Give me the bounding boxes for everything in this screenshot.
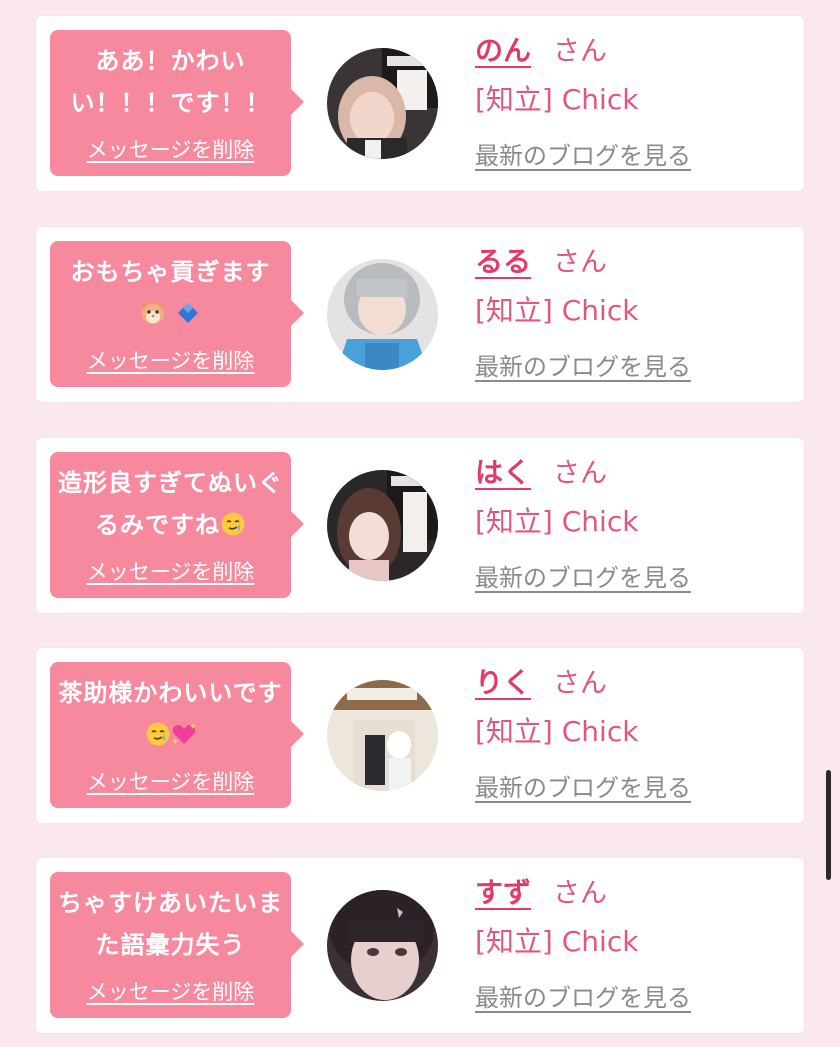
message-text: ちゃすけあいたいまた語彙力失う [56,882,285,966]
message-bubble: ちゃすけあいたいまた語彙力失う メッセージを削除 [50,872,304,1018]
latest-blog-link[interactable]: 最新のブログを見る [475,768,691,803]
name-row: のん さん [475,30,795,72]
delete-message-link[interactable]: メッセージを削除 [50,556,291,586]
message-text: おもちゃ貢ぎます [56,251,285,335]
latest-blog-link[interactable]: 最新のブログを見る [475,136,691,171]
message-text-content: おもちゃ貢ぎます [70,258,271,286]
member-name-link[interactable]: はく [475,456,531,489]
name-row: すず さん [475,872,795,914]
message-bubble: おもちゃ貢ぎます メッセージを削除 [50,241,304,387]
group-label: [知立] Chick [475,83,639,116]
name-row: はく さん [475,452,795,494]
sender-info: るる さん [知立] Chick 最新のブログを見る [475,241,795,382]
scrollbar-thumb[interactable] [826,770,831,880]
blue-diamond-emoji [178,303,199,323]
sparkling-heart-emoji [171,723,196,744]
member-name-link[interactable]: すず [475,876,531,909]
honorific-label: さん [553,36,608,67]
message-text: 造形良すぎてぬいぐるみですね [56,462,285,546]
hamster-emoji [141,302,164,324]
name-row: りく さん [475,662,795,704]
avatar-photo-haku[interactable] [327,470,438,581]
message-text-content: ああ！かわいい！！！です！！ [70,47,271,117]
message-bubble: 造形良すぎてぬいぐるみですね メッセージを削除 [50,452,304,598]
sender-info: のん さん [知立] Chick 最新のブログを見る [475,30,795,171]
message-text-content: ちゃすけあいたいまた語彙力失う [58,889,283,959]
message-bubble: 茶助様かわいいです メッセージを削除 [50,662,304,808]
honorific-label: さん [553,668,608,699]
avatar-photo-ruru[interactable] [327,259,438,370]
latest-blog-link[interactable]: 最新のブログを見る [475,347,691,382]
latest-blog-link[interactable]: 最新のブログを見る [475,978,691,1013]
honorific-label: さん [553,247,608,278]
group-label: [知立] Chick [475,505,639,538]
teary-smile-emoji [146,722,169,746]
message-text: 茶助様かわいいです [56,672,285,756]
message-card: ああ！かわいい！！！です！！ メッセージを削除 のん さん [知立] Chick … [36,16,804,191]
sender-info: はく さん [知立] Chick 最新のブログを見る [475,452,795,593]
sender-info: りく さん [知立] Chick 最新のブログを見る [475,662,795,803]
message-card: 造形良すぎてぬいぐるみですね メッセージを削除 はく さん [知立] Chick… [36,438,804,613]
avatar-photo-riku[interactable] [327,680,438,791]
member-name-link[interactable]: るる [475,245,531,278]
message-text-content: 茶助様かわいいです [58,679,283,707]
message-text-content: 造形良すぎてぬいぐるみですね [58,469,283,539]
message-text: ああ！かわいい！！！です！！ [56,40,285,124]
member-name-link[interactable]: りく [475,666,531,699]
group-label: [知立] Chick [475,925,639,958]
honorific-label: さん [553,878,608,909]
group-label: [知立] Chick [475,294,639,327]
sender-info: すず さん [知立] Chick 最新のブログを見る [475,872,795,1013]
message-card: ちゃすけあいたいまた語彙力失う メッセージを削除 すず さん [知立] Chick… [36,858,804,1033]
member-name-link[interactable]: のん [475,34,531,67]
group-label: [知立] Chick [475,715,639,748]
honorific-label: さん [553,458,608,489]
teary-smile-emoji [221,512,245,536]
delete-message-link[interactable]: メッセージを削除 [50,345,291,375]
message-card: おもちゃ貢ぎます メッセージを削除 るる さん [知立] Chick 最新のブロ… [36,227,804,402]
message-card: 茶助様かわいいです メッセージを削除 りく さん [知立] Chick 最新のブ… [36,648,804,823]
name-row: るる さん [475,241,795,283]
avatar-photo-non[interactable] [327,48,438,159]
avatar-photo-suzu[interactable] [327,890,438,1001]
delete-message-link[interactable]: メッセージを削除 [50,976,291,1006]
message-bubble: ああ！かわいい！！！です！！ メッセージを削除 [50,30,304,176]
latest-blog-link[interactable]: 最新のブログを見る [475,558,691,593]
delete-message-link[interactable]: メッセージを削除 [50,134,291,164]
delete-message-link[interactable]: メッセージを削除 [50,766,291,796]
